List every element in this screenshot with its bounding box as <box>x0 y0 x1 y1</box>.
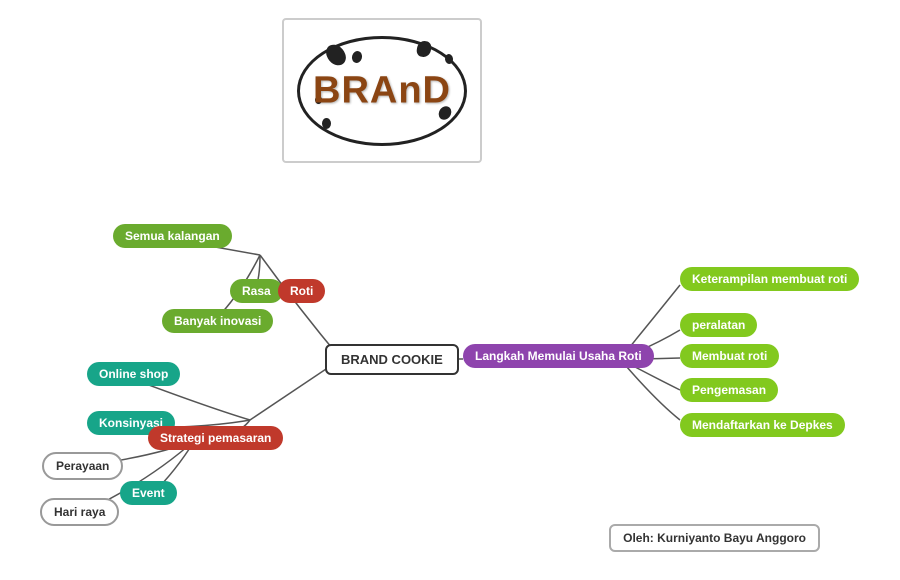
node-event: Event <box>120 481 177 505</box>
node-peralatan: peralatan <box>680 313 757 337</box>
node-mendaftarkan: Mendaftarkan ke Depkes <box>680 413 845 437</box>
logo-box: BRAnD <box>282 18 482 163</box>
logo-inner: BRAnD <box>297 36 467 146</box>
credit-box: Oleh: Kurniyanto Bayu Anggoro <box>609 524 820 552</box>
node-semua-kalangan: Semua kalangan <box>113 224 232 248</box>
node-banyak-inovasi: Banyak inovasi <box>162 309 273 333</box>
node-online-shop: Online shop <box>87 362 180 386</box>
node-keterampilan: Keterampilan membuat roti <box>680 267 859 291</box>
node-strategi-pemasaran: Strategi pemasaran <box>148 426 283 450</box>
canvas: BRAnD Semua ka <box>0 0 900 580</box>
node-perayaan: Perayaan <box>42 452 123 480</box>
node-rasa: Rasa <box>230 279 283 303</box>
node-roti: Roti <box>278 279 325 303</box>
node-pengemasan: Pengemasan <box>680 378 778 402</box>
brand-text: BRAnD <box>313 69 451 112</box>
node-langkah: Langkah Memulai Usaha Roti <box>463 344 654 368</box>
node-brand-cookie: BRAND COOKIE <box>325 344 459 375</box>
node-membuat-roti: Membuat roti <box>680 344 779 368</box>
node-hari-raya: Hari raya <box>40 498 119 526</box>
